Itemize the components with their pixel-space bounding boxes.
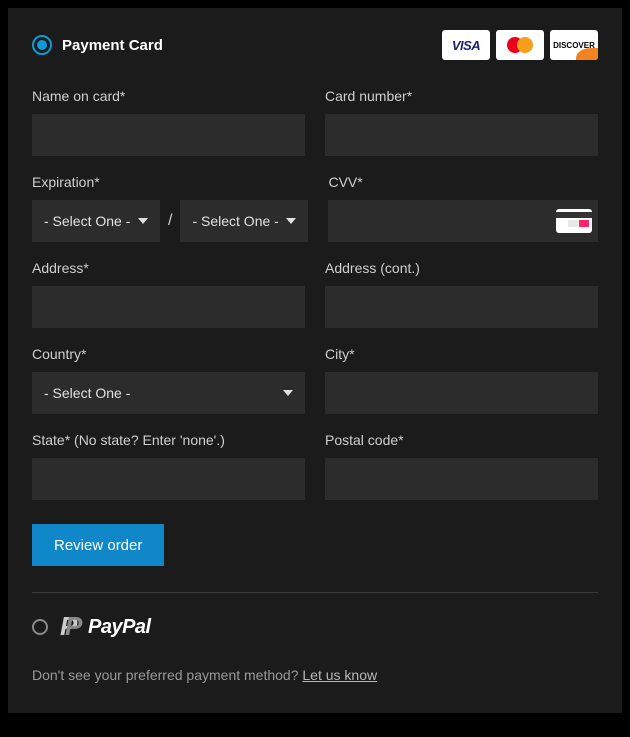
address-label: Address* <box>32 260 305 276</box>
let-us-know-link[interactable]: Let us know <box>302 667 377 683</box>
footer-text: Don't see your preferred payment method?… <box>32 667 598 683</box>
payment-panel: Payment Card VISA DISCOVER Name on card*… <box>8 8 622 713</box>
visa-logo: VISA <box>442 30 490 60</box>
city-input[interactable] <box>325 372 598 414</box>
country-label: Country* <box>32 346 305 362</box>
page-title: Payment Card <box>62 37 163 54</box>
expiration-separator: / <box>168 212 172 230</box>
state-input[interactable] <box>32 458 305 500</box>
expiration-month-select[interactable]: - Select One - <box>32 200 160 242</box>
divider <box>32 592 598 593</box>
paypal-option[interactable]: PP PayPal <box>32 615 598 639</box>
card-number-label: Card number* <box>325 88 598 104</box>
city-label: City* <box>325 346 598 362</box>
discover-logo: DISCOVER <box>550 30 598 60</box>
card-brand-logos: VISA DISCOVER <box>442 30 598 60</box>
paypal-logo: PP PayPal <box>60 615 151 639</box>
review-order-button[interactable]: Review order <box>32 524 164 566</box>
mastercard-logo <box>496 30 544 60</box>
address2-input[interactable] <box>325 286 598 328</box>
cvv-label: CVV* <box>328 174 598 190</box>
payment-card-radio[interactable] <box>32 35 52 55</box>
address2-label: Address (cont.) <box>325 260 598 276</box>
name-on-card-input[interactable] <box>32 114 305 156</box>
card-number-input[interactable] <box>325 114 598 156</box>
country-select[interactable]: - Select One - <box>32 372 305 414</box>
name-on-card-label: Name on card* <box>32 88 305 104</box>
expiration-label: Expiration* <box>32 174 308 190</box>
panel-header: Payment Card VISA DISCOVER <box>32 30 598 60</box>
header-left: Payment Card <box>32 35 163 55</box>
state-label: State* (No state? Enter 'none'.) <box>32 432 305 448</box>
cvv-card-icon <box>556 209 592 233</box>
postal-code-label: Postal code* <box>325 432 598 448</box>
paypal-radio[interactable] <box>32 619 48 635</box>
expiration-year-select[interactable]: - Select One - <box>180 200 308 242</box>
postal-code-input[interactable] <box>325 458 598 500</box>
address-input[interactable] <box>32 286 305 328</box>
